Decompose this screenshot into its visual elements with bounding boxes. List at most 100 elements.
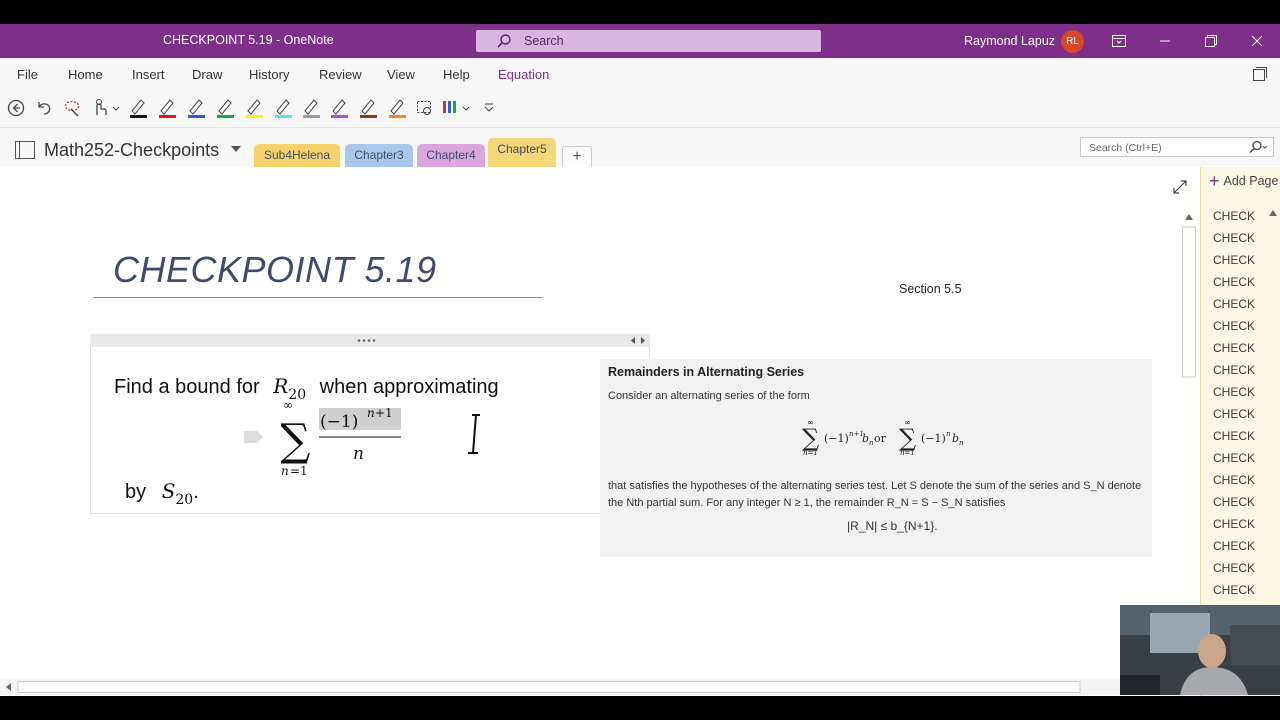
notebook-copy-icon[interactable]: [1252, 66, 1268, 82]
notebook-bar: Math252-Checkpoints Sub4Helena Chapter3 …: [0, 128, 1280, 271]
svg-text:b: b: [952, 432, 959, 445]
reference-box[interactable]: Remainders in Alternating Series Conside…: [600, 359, 1152, 557]
touch-draw-icon[interactable]: [90, 98, 110, 118]
svg-text:=1: =1: [290, 464, 308, 478]
page-item[interactable]: CHECK: [1213, 447, 1255, 469]
ink-to-shape-icon[interactable]: [415, 98, 435, 118]
menu-help[interactable]: Help: [443, 67, 470, 82]
page-item[interactable]: CHECK: [1213, 293, 1255, 315]
pen-red-icon[interactable]: [156, 97, 178, 119]
svg-text:(−1): (−1): [824, 432, 849, 445]
page-item[interactable]: CHECK: [1213, 337, 1255, 359]
close-icon[interactable]: [1244, 28, 1270, 54]
page-item[interactable]: CHECK: [1213, 425, 1255, 447]
lasso-select-icon[interactable]: [63, 98, 83, 118]
svg-text:n: n: [353, 444, 364, 464]
highlighter-yellow-icon[interactable]: [243, 97, 265, 119]
menu-draw[interactable]: Draw: [192, 67, 222, 82]
customize-toolbar-icon[interactable]: [482, 98, 496, 118]
page-item[interactable]: CHECK: [1213, 469, 1255, 491]
page-item[interactable]: CHECK: [1213, 249, 1255, 271]
paragraph-handle-icon[interactable]: [243, 429, 265, 445]
section-tab-chapter4[interactable]: Chapter4: [417, 144, 485, 167]
page-item[interactable]: CHECK: [1213, 381, 1255, 403]
add-pen-icon[interactable]: [440, 98, 460, 118]
page-item[interactable]: CHECK: [1213, 205, 1255, 227]
section-note[interactable]: Section 5.5: [899, 282, 962, 296]
undo-icon[interactable]: [34, 98, 54, 118]
svg-text:∞: ∞: [283, 399, 293, 412]
pen-black-icon[interactable]: [127, 97, 149, 119]
pen-blue-icon[interactable]: [185, 97, 207, 119]
menu-equation[interactable]: Equation: [498, 67, 549, 82]
reference-intro: Consider an alternating series of the fo…: [608, 390, 810, 402]
page-item[interactable]: CHECK: [1213, 403, 1255, 425]
expand-icon[interactable]: [1172, 179, 1188, 195]
pen-gray-icon[interactable]: [300, 97, 322, 119]
page-item[interactable]: CHECK: [1213, 579, 1255, 601]
page-list: CHECK CHECK CHECK CHECK CHECK CHECK CHEC…: [1213, 205, 1255, 601]
user-name[interactable]: Raymond Lapuz: [964, 34, 1055, 48]
restore-icon[interactable]: [1198, 28, 1224, 54]
svg-text:b: b: [862, 432, 869, 445]
note-drag-handle[interactable]: [90, 334, 650, 347]
svg-text:(−1): (−1): [921, 432, 946, 445]
notebook-icon[interactable]: [13, 140, 37, 160]
menu-insert[interactable]: Insert: [132, 67, 165, 82]
add-page-button[interactable]: + Add Page: [1209, 171, 1278, 192]
chevron-down-icon[interactable]: [231, 146, 241, 152]
pen-green-icon[interactable]: [214, 97, 236, 119]
search-box[interactable]: Search: [476, 30, 821, 52]
title-underline: [93, 297, 543, 298]
page-list-scroll-up-icon[interactable]: [1267, 207, 1279, 219]
question-line-2[interactable]: by S20.: [125, 479, 199, 508]
section-tab-chapter3[interactable]: Chapter3: [345, 144, 413, 167]
chevron-down-icon[interactable]: [112, 98, 120, 118]
page-title[interactable]: CHECKPOINT 5.19: [113, 249, 437, 291]
menu-home[interactable]: Home: [68, 67, 103, 82]
menu-review[interactable]: Review: [319, 67, 362, 82]
question-text: when approximating: [319, 376, 499, 398]
reference-inequality: |R_N| ≤ b_{N+1}.: [847, 519, 938, 533]
search-label: Search: [524, 34, 564, 48]
pen-brown-icon[interactable]: [357, 97, 379, 119]
ribbon-display-icon[interactable]: [1106, 28, 1132, 54]
series-formula[interactable]: ∞ ∑ n =1 (−1) n +1 n: [281, 399, 431, 479]
add-section-button[interactable]: +: [562, 146, 592, 167]
page-item[interactable]: CHECK: [1213, 271, 1255, 293]
menu-view[interactable]: View: [387, 67, 415, 82]
menu-history[interactable]: History: [249, 67, 289, 82]
question-text: by: [125, 481, 147, 503]
window-title: CHECKPOINT 5.19 - OneNote: [163, 33, 334, 47]
highlighter-cyan-icon[interactable]: [272, 97, 294, 119]
page-item[interactable]: CHECK: [1213, 535, 1255, 557]
avatar[interactable]: RL: [1061, 30, 1084, 53]
menu-file[interactable]: File: [17, 67, 38, 82]
pen-purple-icon[interactable]: [328, 97, 350, 119]
page-item[interactable]: CHECK: [1213, 557, 1255, 579]
alternating-series-formula: ∞ ∑ n=1 (−1) n+1 b n or ∞ ∑ n=1 (−1) n b…: [802, 418, 964, 456]
minimize-icon[interactable]: [1152, 28, 1178, 54]
svg-text:(−1): (−1): [320, 412, 358, 432]
horizontal-scrollbar[interactable]: [0, 679, 1200, 695]
page-item[interactable]: CHECK: [1213, 513, 1255, 535]
notebook-search-input[interactable]: Search (Ctrl+E): [1080, 137, 1274, 157]
notebook-name[interactable]: Math252-Checkpoints: [44, 140, 219, 161]
note-body[interactable]: Find a bound for R20 when approximating …: [90, 347, 650, 514]
chevron-down-icon[interactable]: [462, 98, 470, 118]
section-tab-sub4helena[interactable]: Sub4Helena: [254, 144, 340, 167]
back-icon[interactable]: [6, 98, 26, 118]
page-item[interactable]: CHECK: [1213, 359, 1255, 381]
reference-body: that satisfies the hypotheses of the alt…: [608, 480, 1142, 509]
title-bar: CHECKPOINT 5.19 - OneNote Search Raymond…: [0, 24, 1280, 58]
section-tab-chapter5[interactable]: Chapter5: [488, 138, 556, 167]
page-item[interactable]: CHECK: [1213, 227, 1255, 249]
page-item[interactable]: CHECK: [1213, 315, 1255, 337]
section-tab-label: Chapter3: [354, 148, 404, 162]
pen-orange-icon[interactable]: [386, 97, 408, 119]
page-item[interactable]: CHECK: [1213, 491, 1255, 513]
search-placeholder: Search (Ctrl+E): [1089, 142, 1162, 154]
page-canvas[interactable]: CHECKPOINT 5.19 Section 5.5 Find a bound…: [0, 167, 1200, 696]
svg-text:∑: ∑: [899, 424, 916, 452]
note-container[interactable]: Find a bound for R20 when approximating …: [90, 334, 650, 514]
